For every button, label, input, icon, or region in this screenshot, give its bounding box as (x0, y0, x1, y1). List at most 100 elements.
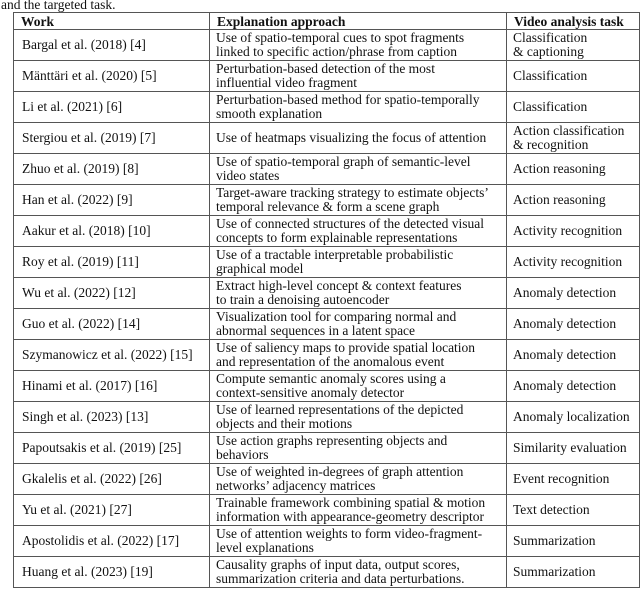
explanation-line: behaviors (216, 447, 269, 462)
table-row: Gkalelis et al. (2022) [26] Use of weight… (13, 463, 640, 495)
cell-work: Yu et al. (2021) [27] (13, 494, 210, 526)
explanation-line: Use of saliency maps to provide spatial … (216, 340, 476, 355)
task-line: Anomaly localization (513, 409, 630, 424)
explanation-line: smooth explanation (216, 106, 323, 121)
table-row: Huang et al. (2023) [19] Causality graphs… (13, 556, 640, 588)
explanation-line: Target-aware tracking strategy to estima… (216, 185, 489, 200)
task-line: Action classification (513, 123, 625, 138)
task-line: Classification (513, 99, 588, 114)
cell-task: Activity recognition (506, 246, 640, 278)
cell-explanation: Perturbation-based detection of the most… (209, 60, 507, 92)
header-task: Video analysis task (506, 12, 640, 30)
header-work: Work (13, 12, 210, 30)
cell-explanation: Use of learned representations of the de… (209, 401, 507, 433)
cell-work: Singh et al. (2023) [13] (13, 401, 210, 433)
table-row: Wu et al. (2022) [12] Extract high-level … (13, 277, 640, 309)
explanation-line: Trainable framework combining spatial & … (216, 495, 486, 510)
cell-task: Action classification & recognition (506, 122, 640, 154)
table-row: Guo et al. (2022) [14] Visualization tool… (13, 308, 640, 340)
task-line: & recognition (513, 137, 589, 152)
cell-task: Anomaly detection (506, 308, 640, 340)
explanation-line: Use of heatmaps visualizing the focus of… (216, 130, 487, 145)
cell-task: Anomaly localization (506, 401, 640, 433)
explanation-line: Use of learned representations of the de… (216, 402, 464, 417)
table-row: Mänttäri et al. (2020) [5] Perturbation-b… (13, 60, 640, 92)
cell-task: Action reasoning (506, 184, 640, 216)
explanation-line: graphical model (216, 261, 304, 276)
task-line: Anomaly detection (513, 316, 617, 331)
table-row: Apostolidis et al. (2022) [17] Use of att… (13, 525, 640, 557)
cell-task: Summarization (506, 556, 640, 588)
task-line: Action reasoning (513, 161, 606, 176)
task-line: Activity recognition (513, 254, 623, 269)
cell-explanation: Compute semantic anomaly scores using ac… (209, 370, 507, 402)
works-table: Work Explanation approach Video analysis… (13, 12, 640, 588)
explanation-line: linked to specific action/phrase from ca… (216, 44, 458, 59)
table-row: Hinami et al. (2017) [16] Compute semanti… (13, 370, 640, 402)
cell-task: Action reasoning (506, 153, 640, 185)
task-line: Similarity evaluation (513, 440, 627, 455)
task-line: Classification (513, 68, 588, 83)
explanation-line: and representation of the anomalous even… (216, 354, 445, 369)
explanation-line: Perturbation-based method for spatio-tem… (216, 92, 480, 107)
task-line: Classification (513, 30, 588, 45)
explanation-line: Use of attention weights to form video-f… (216, 526, 483, 541)
cell-task: Anomaly detection (506, 277, 640, 309)
cell-explanation: Visualization tool for comparing normal … (209, 308, 507, 340)
cell-task: Classification (506, 60, 640, 92)
table-row: Szymanowicz et al. (2022) [15] Use of sal… (13, 339, 640, 371)
cell-explanation: Causality graphs of input data, output s… (209, 556, 507, 588)
cell-task: Anomaly detection (506, 339, 640, 371)
cell-work: Hinami et al. (2017) [16] (13, 370, 210, 402)
cell-task: Anomaly detection (506, 370, 640, 402)
cell-explanation: Use of spatio-temporal cues to spot frag… (209, 29, 507, 61)
cell-work: Wu et al. (2022) [12] (13, 277, 210, 309)
cell-work: Zhuo et al. (2019) [8] (13, 153, 210, 185)
explanation-line: information with appearance-geometry des… (216, 509, 485, 524)
cell-explanation: Extract high-level concept & context fea… (209, 277, 507, 309)
explanation-line: Use of spatio-temporal graph of semantic… (216, 154, 471, 169)
cell-work: Bargal et al. (2018) [4] (13, 29, 210, 61)
cell-task: Text detection (506, 494, 640, 526)
cell-work: Roy et al. (2019) [11] (13, 246, 210, 278)
table-row: Bargal et al. (2018) [4] Use of spatio-te… (13, 29, 640, 61)
explanation-line: Perturbation-based detection of the most (216, 61, 435, 76)
explanation-line: networks’ adjacency matrices (216, 478, 376, 493)
cell-task: Summarization (506, 525, 640, 557)
cell-work: Papoutsakis et al. (2019) [25] (13, 432, 210, 464)
explanation-line: Use action graphs representing objects a… (216, 433, 448, 448)
explanation-line: Use of connected structures of the detec… (216, 216, 485, 231)
table-row: Aakur et al. (2018) [10] Use of connected… (13, 215, 640, 247)
cell-explanation: Use of spatio-temporal graph of semantic… (209, 153, 507, 185)
task-line: Text detection (513, 502, 590, 517)
task-line: Summarization (513, 533, 596, 548)
task-line: Action reasoning (513, 192, 606, 207)
explanation-line: to train a denoising autoencoder (216, 292, 390, 307)
task-line: Event recognition (513, 471, 610, 486)
header-row: Work Explanation approach Video analysis… (13, 12, 640, 30)
task-line: Anomaly detection (513, 285, 617, 300)
cell-work: Mänttäri et al. (2020) [5] (13, 60, 210, 92)
cell-explanation: Trainable framework combining spatial & … (209, 494, 507, 526)
cell-explanation: Use of saliency maps to provide spatial … (209, 339, 507, 371)
task-line: Activity recognition (513, 223, 623, 238)
explanation-line: abnormal sequences in a latent space (216, 323, 416, 338)
explanation-line: Compute semantic anomaly scores using a (216, 371, 446, 386)
cell-work: Huang et al. (2023) [19] (13, 556, 210, 588)
cell-explanation: Perturbation-based method for spatio-tem… (209, 91, 507, 123)
explanation-line: concepts to form explainable representat… (216, 230, 458, 245)
cell-explanation: Use of attention weights to form video-f… (209, 525, 507, 557)
cell-explanation: Use of connected structures of the detec… (209, 215, 507, 247)
table-row: Zhuo et al. (2019) [8] Use of spatio-temp… (13, 153, 640, 185)
cell-explanation: Use of heatmaps visualizing the focus of… (209, 122, 507, 154)
explanation-line: Use of weighted in-degrees of graph atte… (216, 464, 464, 479)
header-explanation: Explanation approach (209, 12, 507, 30)
explanation-line: video states (216, 168, 280, 183)
cell-task: Classification & captioning (506, 29, 640, 61)
task-line: Anomaly detection (513, 378, 617, 393)
cell-work: Szymanowicz et al. (2022) [15] (13, 339, 210, 371)
table-body: Bargal et al. (2018) [4] Use of spatio-te… (13, 29, 640, 588)
explanation-line: Causality graphs of input data, output s… (216, 557, 460, 572)
explanation-line: Extract high-level concept & context fea… (216, 278, 462, 293)
explanation-line: Use of spatio-temporal cues to spot frag… (216, 30, 465, 45)
